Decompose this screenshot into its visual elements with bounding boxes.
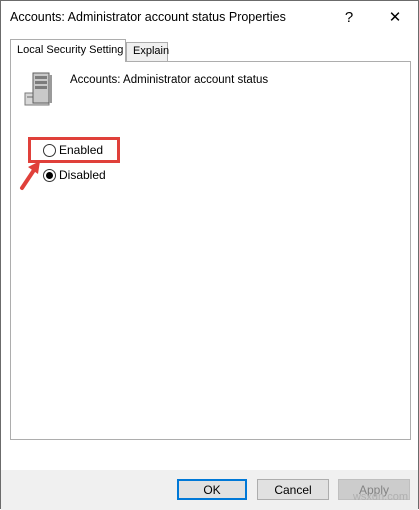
watermark: wsxdn.com [352,491,408,503]
close-button[interactable]: ✕ [380,5,410,29]
tab-local-security-setting[interactable]: Local Security Setting [10,39,126,62]
help-icon: ? [344,8,354,26]
ok-button[interactable]: OK [177,479,247,500]
enabled-radio[interactable] [43,143,56,157]
cancel-button[interactable]: Cancel [257,479,329,500]
tab-explain[interactable]: Explain [126,42,169,62]
settings-panel: Accounts: Administrator account status E… [10,61,411,440]
arrow-icon [20,161,40,190]
disabled-radio-option[interactable]: Disabled [43,167,106,183]
policy-name: Accounts: Administrator account status [70,74,269,86]
close-icon: ✕ [388,9,402,26]
help-button[interactable]: ? [334,5,364,29]
window-title: Accounts: Administrator account status P… [10,10,286,24]
title-bar: Accounts: Administrator account status P… [1,1,418,34]
server-icon [24,72,52,106]
enabled-label: Enabled [59,143,104,157]
enabled-radio-option[interactable]: Enabled [43,142,103,158]
disabled-radio[interactable] [43,168,56,182]
properties-dialog: Accounts: Administrator account status P… [0,0,419,510]
disabled-label: Disabled [59,168,106,182]
